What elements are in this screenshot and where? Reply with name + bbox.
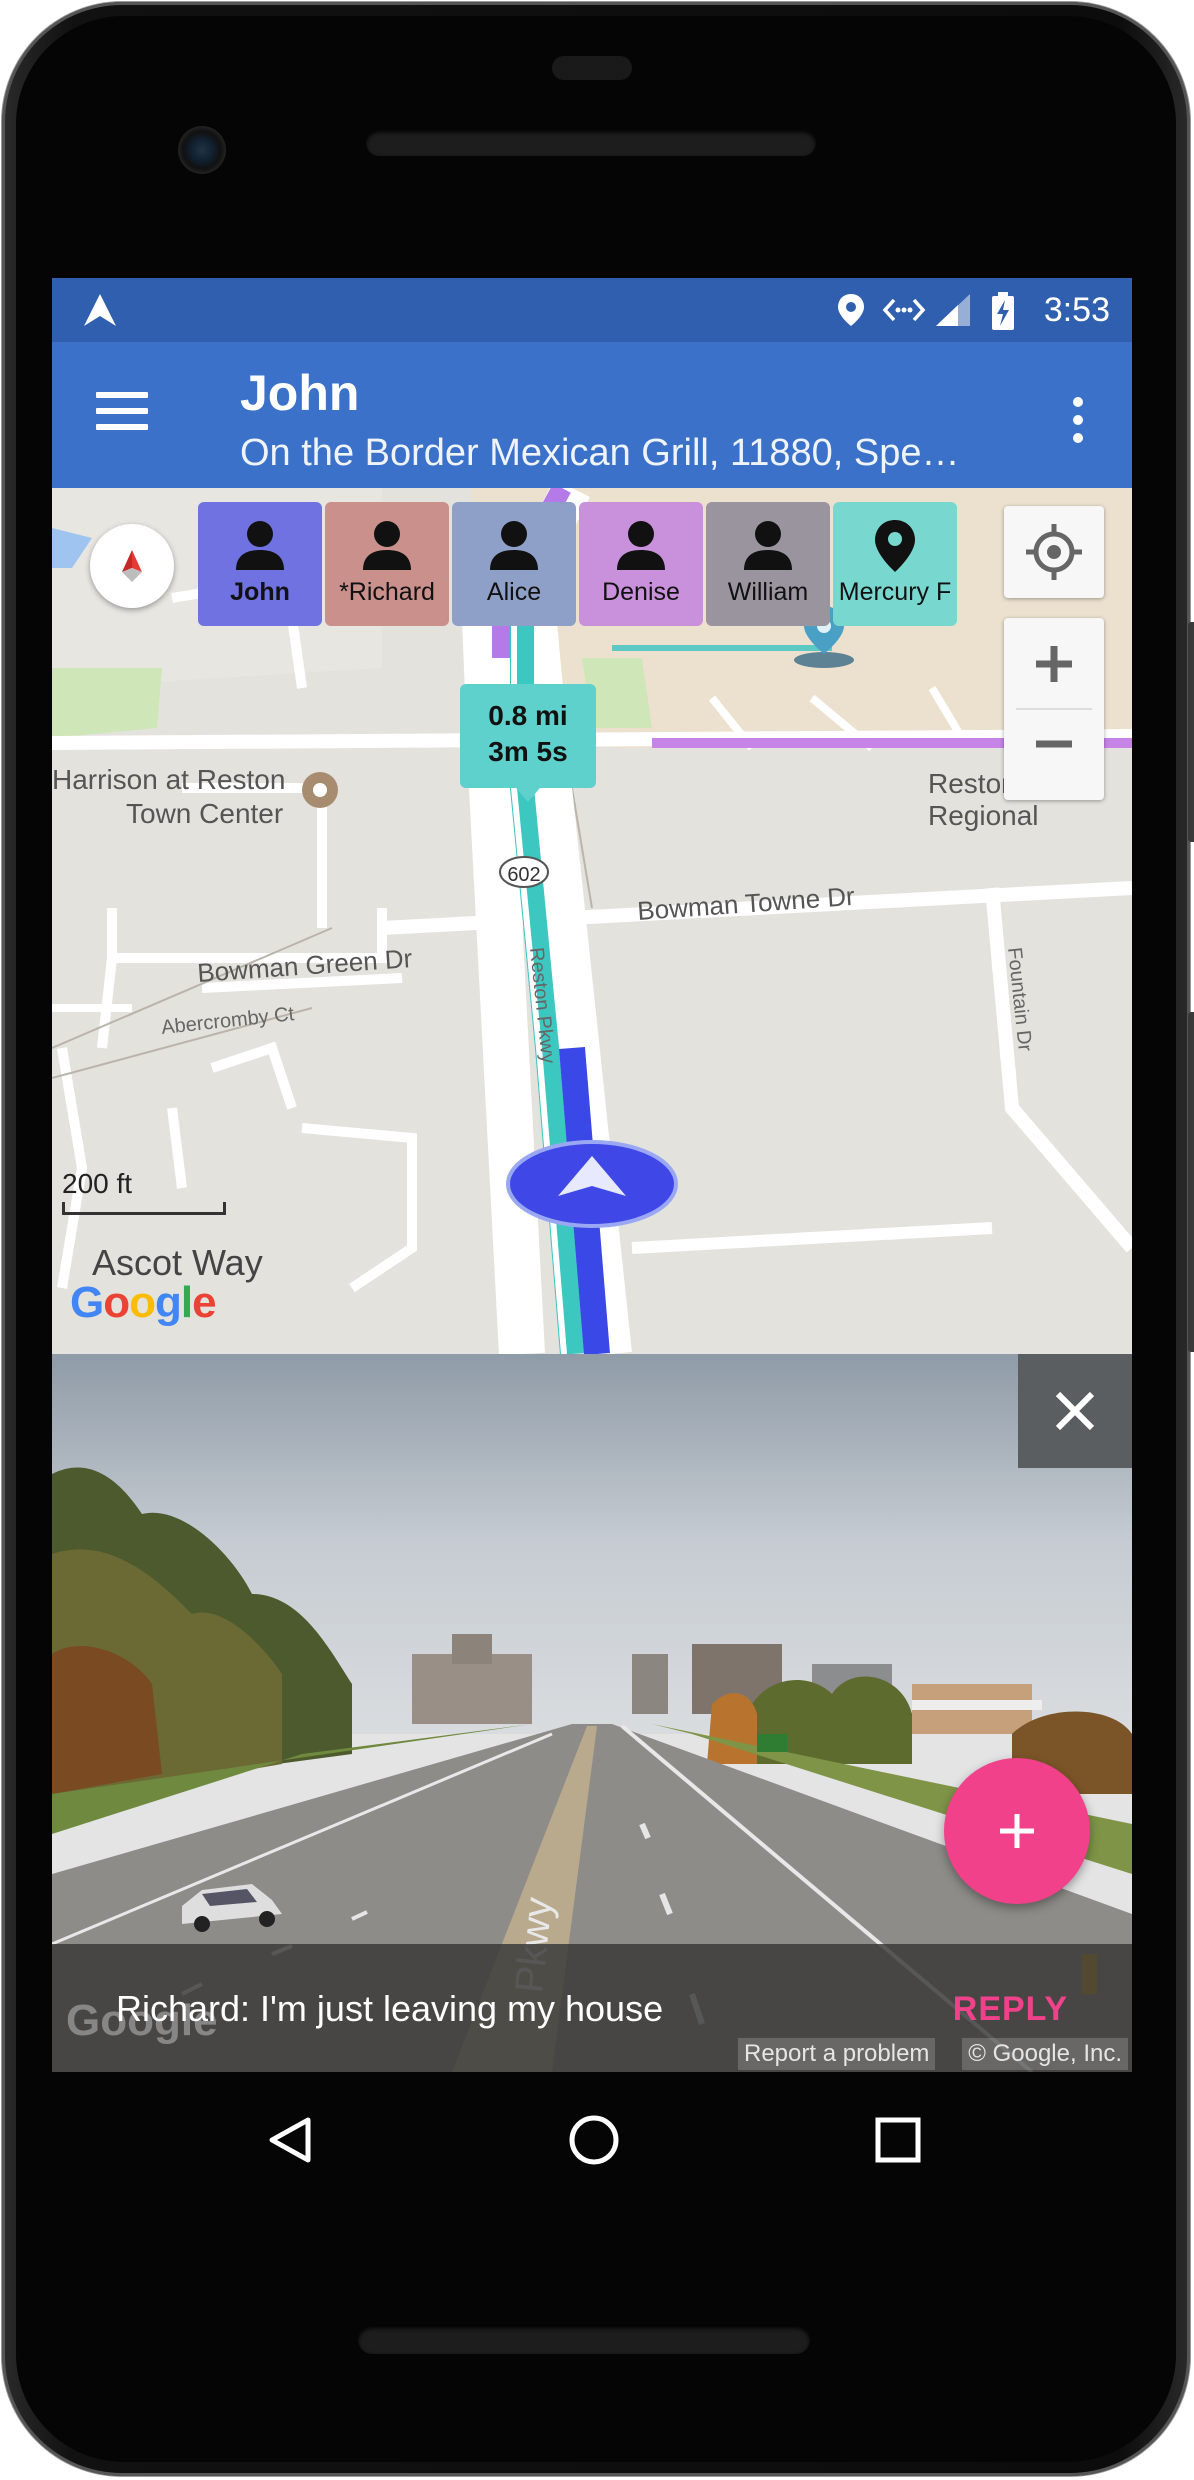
person-icon: [234, 518, 286, 574]
more-options-button[interactable]: [1072, 397, 1084, 447]
map-pin-icon: [873, 518, 917, 574]
contacts-bar: John *Richard Alice Denise William Mercury F: [198, 502, 960, 626]
clock: 3:53: [1043, 291, 1110, 329]
plus-icon: [1000, 1814, 1034, 1848]
page-title: John: [240, 365, 360, 421]
close-street-view-button[interactable]: [1018, 1354, 1132, 1468]
minus-icon: [1036, 740, 1072, 748]
recents-icon[interactable]: [870, 2112, 926, 2168]
status-bar: 3:53: [52, 278, 1132, 342]
map-label-harrison: Harrison at Reston: [52, 764, 286, 795]
scale-bar: [62, 1202, 226, 1215]
contact-name: Denise: [602, 578, 680, 606]
street-view-panel[interactable]: Pkwy Google Richard: I'm just leaving my…: [52, 1354, 1132, 2072]
scale-label: 200 ft: [62, 1168, 133, 1199]
zoom-in-button[interactable]: [1004, 618, 1104, 708]
copyright-text: © Google, Inc.: [962, 2038, 1128, 2070]
person-icon: [361, 518, 413, 574]
data-sync-icon: [882, 298, 926, 322]
zoom-controls: [1004, 618, 1104, 800]
back-icon[interactable]: [264, 2112, 320, 2168]
plus-icon: [1036, 646, 1072, 682]
power-button: [1188, 1012, 1194, 1352]
location-icon: [838, 294, 864, 326]
message-snackbar: Google Richard: I'm just leaving my hous…: [52, 1944, 1132, 2072]
map-label-town-center: Town Center: [126, 798, 284, 829]
route-distance: 0.8 mi: [488, 700, 568, 731]
contact-chip[interactable]: Alice: [452, 502, 576, 626]
route-eta-label[interactable]: 0.8 mi 3m 5s: [460, 684, 596, 802]
menu-button[interactable]: [96, 392, 148, 436]
compass-button[interactable]: [90, 524, 174, 608]
map-scale: 200 ft: [62, 1168, 226, 1215]
destination-subtitle: On the Border Mexican Grill, 11880, Spe…: [240, 432, 960, 474]
map-view[interactable]: 602 Reston Pkwy Fountain Dr Bowman Towne…: [52, 488, 1132, 1354]
contact-name: Alice: [486, 578, 542, 606]
screen: 3:53 John On the Border Mexican Grill, 1…: [52, 278, 1132, 2072]
contact-chip[interactable]: John: [198, 502, 322, 626]
route-time: 3m 5s: [488, 736, 568, 767]
app-bar: John On the Border Mexican Grill, 11880,…: [52, 342, 1132, 488]
person-icon: [615, 518, 667, 574]
signal-icon: [936, 294, 970, 326]
volume-button: [1188, 622, 1194, 842]
my-location-button[interactable]: [1004, 506, 1104, 598]
contact-name: John: [230, 578, 290, 606]
google-logo: Google: [70, 1278, 217, 1327]
contact-chip[interactable]: Denise: [579, 502, 703, 626]
message-text: Richard: I'm just leaving my house: [116, 1988, 664, 2029]
reply-button[interactable]: REPLY: [953, 1990, 1068, 2029]
close-icon: [1055, 1391, 1095, 1431]
contact-name: *Richard: [339, 578, 435, 606]
crosshair-icon: [1026, 524, 1082, 580]
add-fab-button[interactable]: [944, 1758, 1090, 1904]
front-camera: [178, 126, 226, 174]
bottom-speaker: [358, 2326, 810, 2354]
person-icon: [488, 518, 540, 574]
route-shield-label: 602: [507, 864, 540, 886]
contact-name: Mercury F: [838, 578, 952, 606]
contact-chip[interactable]: *Richard: [325, 502, 449, 626]
contact-chip[interactable]: William: [706, 502, 830, 626]
report-problem-link[interactable]: Report a problem: [738, 2038, 936, 2070]
contact-chip[interactable]: Mercury F: [833, 502, 957, 626]
system-nav-bar: [200, 2100, 1000, 2180]
earpiece-speaker: [366, 130, 816, 156]
zoom-out-button[interactable]: [1004, 710, 1104, 800]
battery-charging-icon: [992, 292, 1014, 330]
proximity-sensor: [552, 56, 632, 80]
compass-icon: [122, 550, 142, 582]
home-icon[interactable]: [566, 2112, 622, 2168]
app-notification-icon: [84, 294, 116, 326]
contact-name: William: [727, 578, 809, 606]
person-icon: [742, 518, 794, 574]
